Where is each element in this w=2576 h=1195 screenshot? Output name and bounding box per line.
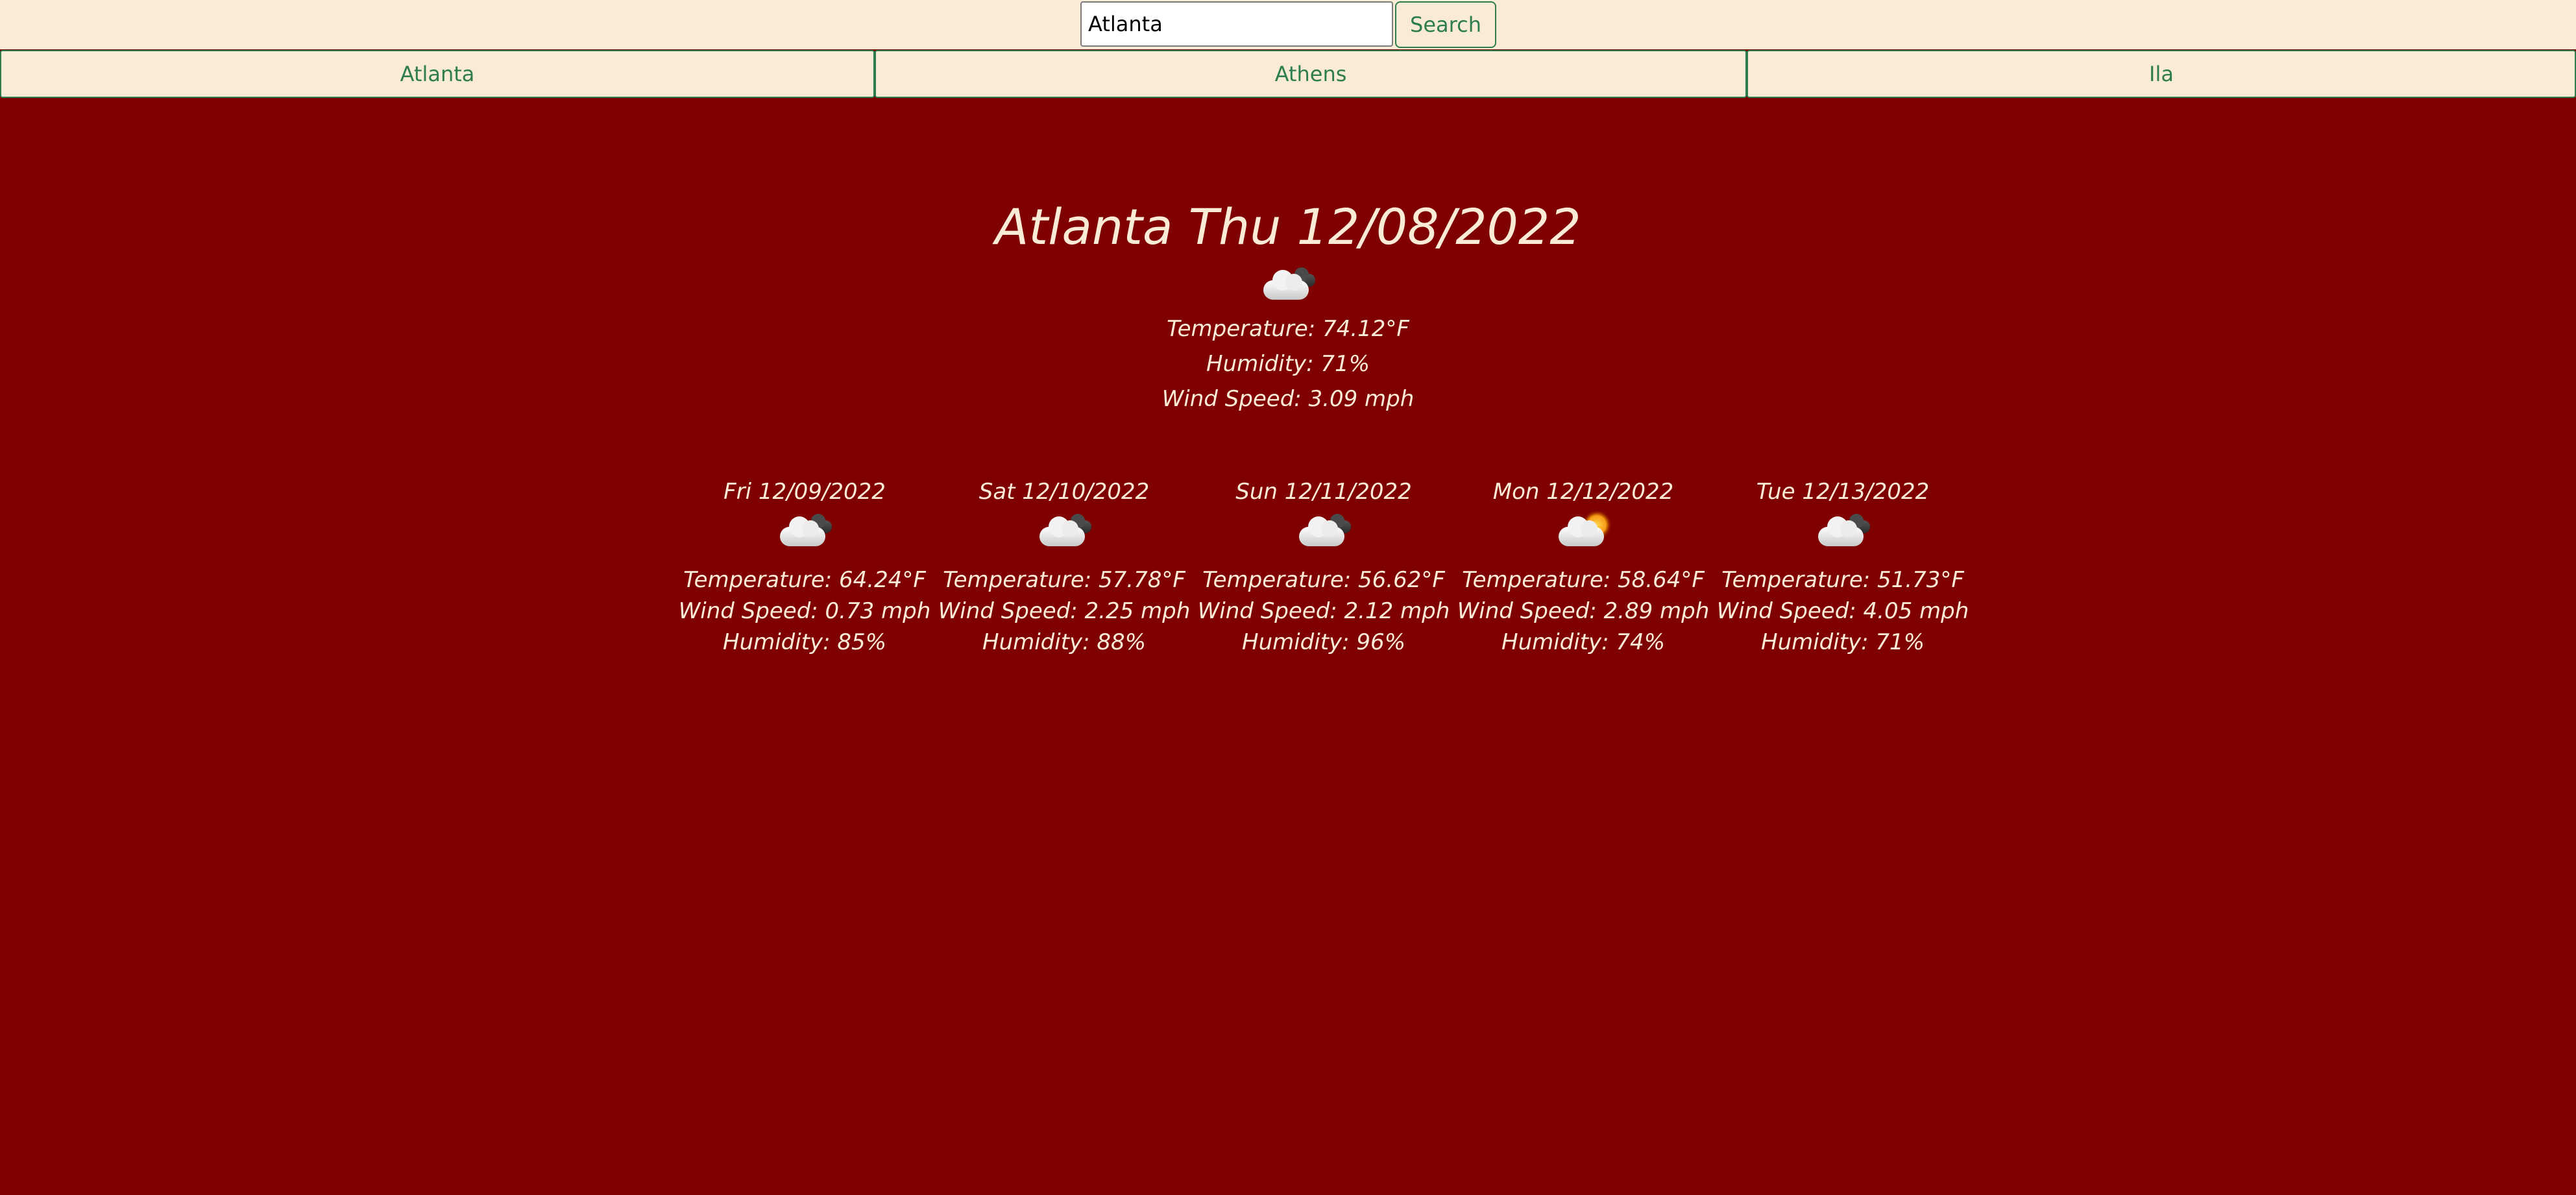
forecast-card: Fri 12/09/2022 Temperature: 64.24°F Wind… (675, 474, 934, 658)
current-temperature: Temperature: 74.12°F (1167, 316, 1409, 342)
forecast-date: Fri 12/09/2022 (723, 479, 886, 505)
forecast-wind-speed: Wind Speed: 4.05 mph (1716, 598, 1969, 624)
current-title: Atlanta Thu 12/08/2022 (995, 198, 1581, 256)
current-humidity: Humidity: 71% (1206, 351, 1370, 377)
broken-clouds-icon (1296, 513, 1351, 551)
forecast-date: Tue 12/13/2022 (1756, 479, 1930, 505)
city-search-input[interactable] (1080, 1, 1393, 47)
forecast-humidity: Humidity: 71% (1761, 629, 1925, 655)
forecast-card: Mon 12/12/2022 Temperature: 58.64°F Wind… (1453, 474, 1713, 658)
forecast-humidity: Humidity: 85% (723, 629, 886, 655)
search-bar: Search (0, 0, 2576, 49)
few-clouds-icon (1556, 513, 1610, 551)
saved-cities-bar: Atlanta Athens Ila (0, 50, 2576, 98)
forecast-humidity: Humidity: 88% (982, 629, 1146, 655)
forecast-wind-speed: Wind Speed: 2.25 mph (938, 598, 1191, 624)
forecast-date: Mon 12/12/2022 (1492, 479, 1674, 505)
forecast-card: Sun 12/11/2022 Temperature: 56.62°F Wind… (1194, 474, 1453, 658)
forecast-humidity: Humidity: 96% (1242, 629, 1405, 655)
saved-city-button-atlanta[interactable]: Atlanta (0, 50, 875, 98)
forecast-wind-speed: Wind Speed: 2.89 mph (1457, 598, 1710, 624)
broken-clouds-icon (1037, 513, 1091, 551)
forecast-wind-speed: Wind Speed: 0.73 mph (678, 598, 931, 624)
forecast-date: Sun 12/11/2022 (1235, 479, 1412, 505)
saved-city-button-ila[interactable]: Ila (1747, 50, 2576, 98)
forecast-card: Tue 12/13/2022 Temperature: 51.73°F Wind… (1713, 474, 1973, 658)
forecast-wind-speed: Wind Speed: 2.12 mph (1197, 598, 1450, 624)
forecast-temperature: Temperature: 64.24°F (683, 567, 926, 593)
broken-clouds-icon (1816, 513, 1870, 551)
forecast-humidity: Humidity: 74% (1501, 629, 1665, 655)
broken-clouds-icon (1261, 266, 1315, 305)
forecast-temperature: Temperature: 58.64°F (1462, 567, 1705, 593)
current-weather: Atlanta Thu 12/08/2022 Temperature: 74.1… (0, 195, 2576, 416)
forecast-temperature: Temperature: 51.73°F (1721, 567, 1964, 593)
forecast-temperature: Temperature: 56.62°F (1202, 567, 1445, 593)
forecast-card: Sat 12/10/2022 Temperature: 57.78°F Wind… (934, 474, 1194, 658)
broken-clouds-icon (777, 513, 832, 551)
five-day-forecast: Fri 12/09/2022 Temperature: 64.24°F Wind… (675, 474, 1973, 658)
forecast-date: Sat 12/10/2022 (978, 479, 1150, 505)
forecast-temperature: Temperature: 57.78°F (943, 567, 1185, 593)
saved-city-button-athens[interactable]: Athens (875, 50, 1747, 98)
current-wind-speed: Wind Speed: 3.09 mph (1161, 386, 1415, 412)
search-button[interactable]: Search (1395, 1, 1496, 48)
